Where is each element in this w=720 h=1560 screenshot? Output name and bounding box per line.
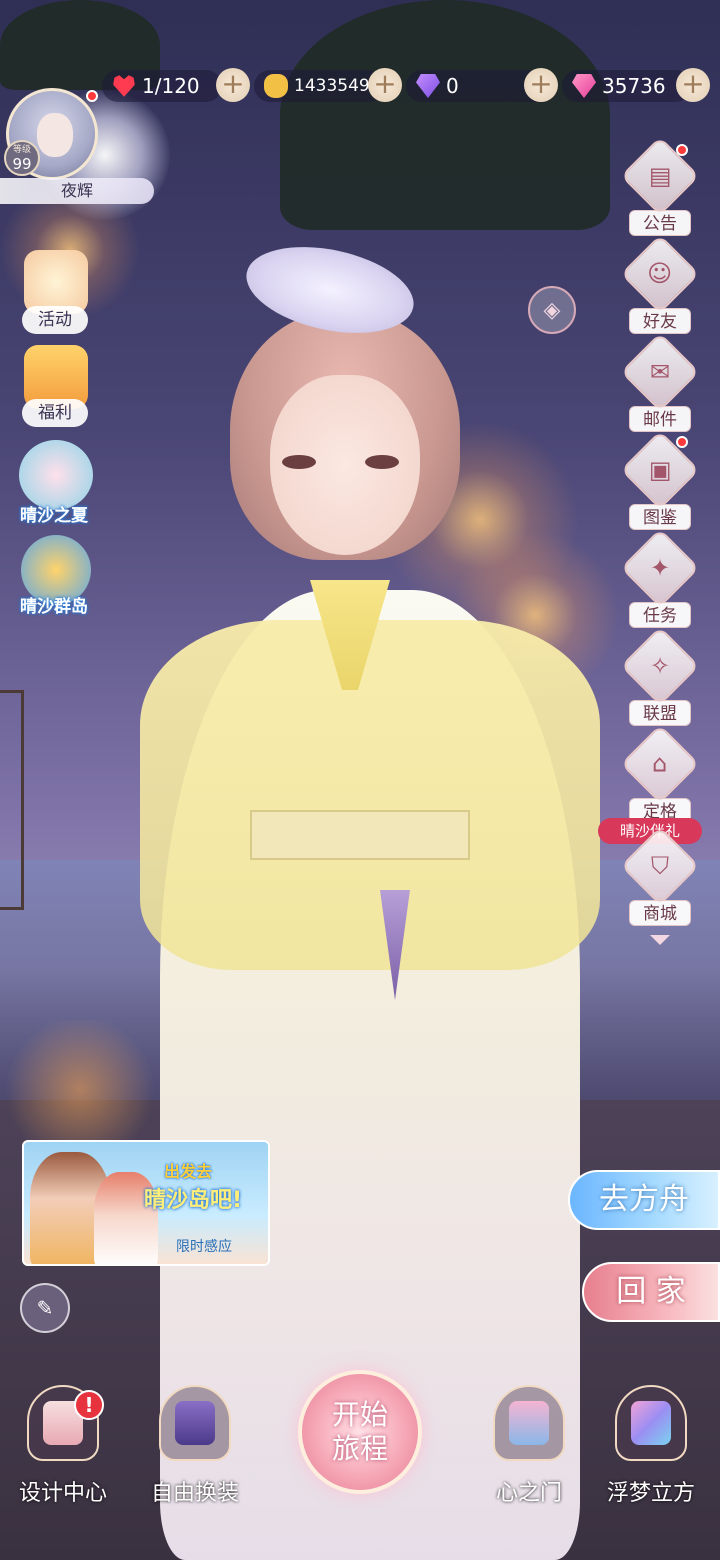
- chat-button[interactable]: ✎: [20, 1283, 70, 1333]
- compass-emblem-icon[interactable]: ◈: [528, 286, 576, 334]
- nav-dream-cube[interactable]: 浮梦立方: [596, 1385, 706, 1507]
- nav-label: 浮梦立方: [606, 1481, 695, 1506]
- activity-icon: [24, 250, 88, 314]
- beach-hut: [0, 690, 24, 910]
- heart-gate-icon: [493, 1385, 565, 1461]
- character-belt: [250, 810, 470, 860]
- mail-icon: ✉: [620, 332, 700, 412]
- alert-badge: !: [74, 1390, 104, 1420]
- add-pink-diamond-button[interactable]: +: [676, 68, 710, 102]
- avatar-face: [37, 113, 73, 157]
- notification-dot: [676, 436, 688, 448]
- right-menu-label: 联盟: [629, 700, 691, 726]
- left-menu-label: 晴沙群岛: [20, 597, 88, 617]
- notification-dot: [86, 90, 98, 102]
- player-character[interactable]: [120, 233, 620, 1560]
- task-icon: ✦: [620, 528, 700, 608]
- pink-diamond-value: 35736: [602, 74, 666, 98]
- right-menu-tasks[interactable]: ✦ 任务: [620, 528, 700, 628]
- player-nickname[interactable]: 夜辉: [0, 178, 154, 204]
- nav-label: 设计中心: [18, 1481, 107, 1506]
- diamond-value: 0: [446, 74, 459, 98]
- go-home-button[interactable]: 回 家: [582, 1262, 720, 1322]
- banner-title-line1: 出发去: [164, 1162, 213, 1181]
- nav-label: 心之门: [495, 1481, 562, 1506]
- wardrobe-mirror-icon: [175, 1401, 215, 1445]
- go-to-ark-button[interactable]: 去方舟: [568, 1170, 720, 1230]
- stamina-value: 1/120: [142, 74, 200, 98]
- right-menu-mail[interactable]: ✉ 邮件: [620, 332, 700, 432]
- start-button-line1: 开始: [331, 1398, 388, 1431]
- character-jacket: [140, 620, 600, 970]
- right-menu-notice[interactable]: ▤ 公告: [620, 136, 700, 236]
- nav-label: 自由换装: [150, 1481, 239, 1506]
- right-menu-label: 好友: [629, 308, 691, 334]
- left-menu-welfare[interactable]: 福利: [10, 345, 102, 427]
- level-value: 99: [12, 155, 32, 173]
- banner-subtitle: 限时感应: [176, 1239, 232, 1255]
- character-eye: [282, 455, 316, 469]
- palm-leaves: [280, 0, 610, 230]
- pink-diamond-counter: 35736: [562, 70, 692, 102]
- left-menu-label: 晴沙之夏: [20, 506, 88, 526]
- left-menu-islands-event[interactable]: 晴沙群岛: [10, 535, 102, 617]
- left-menu-activity[interactable]: 活动: [10, 250, 102, 334]
- right-menu-label: 邮件: [629, 406, 691, 432]
- expand-menu-chevron-down-icon[interactable]: [650, 935, 670, 945]
- resource-bar: 1/120 + 14335494 + 0 + 35736 +: [92, 68, 712, 102]
- character-eye: [365, 455, 399, 469]
- heart-door-icon: [509, 1401, 549, 1445]
- right-menu-snapshot[interactable]: ⌂ 定格: [620, 724, 700, 824]
- cube-icon: [631, 1401, 671, 1445]
- right-menu-shop[interactable]: ⛉ 商城: [620, 826, 700, 926]
- shopping-bag-icon: ⛉: [620, 826, 700, 906]
- coin-icon: [264, 74, 288, 98]
- friend-icon: ☺: [620, 234, 700, 314]
- right-menu-label: 商城: [629, 900, 691, 926]
- right-menu-collection[interactable]: ▣ 图鉴: [620, 430, 700, 530]
- start-journey-button[interactable]: 开始 旅程: [298, 1370, 422, 1494]
- add-gold-button[interactable]: +: [368, 68, 402, 102]
- level-badge: 等级 99: [4, 140, 40, 176]
- left-menu-label: 活动: [22, 306, 88, 334]
- banner-title-line2: 晴沙岛吧!: [144, 1188, 243, 1213]
- diamond-icon: [416, 74, 440, 98]
- notification-dot: [676, 144, 688, 156]
- free-dressup-icon: [159, 1385, 231, 1461]
- right-menu-label: 图鉴: [629, 504, 691, 530]
- nav-free-dressup[interactable]: 自由换装: [140, 1385, 250, 1507]
- gold-counter: 14335494: [254, 70, 384, 102]
- left-menu-summer-event[interactable]: 晴沙之夏: [10, 440, 102, 526]
- nav-heart-gate[interactable]: 心之门: [474, 1385, 584, 1507]
- summer-event-icon: [19, 440, 93, 510]
- alliance-icon: ✧: [620, 626, 700, 706]
- add-stamina-button[interactable]: +: [216, 68, 250, 102]
- photo-home-icon: ⌂: [620, 724, 700, 804]
- right-menu-label: 公告: [629, 210, 691, 236]
- right-menu-label: 任务: [629, 602, 691, 628]
- heart-icon: [113, 75, 135, 97]
- right-menu-friends[interactable]: ☺ 好友: [620, 234, 700, 334]
- event-banner[interactable]: 出发去 晴沙岛吧! 限时感应: [22, 1140, 270, 1266]
- stamina-counter: 1/120: [102, 70, 222, 102]
- start-button-line2: 旅程: [331, 1432, 388, 1465]
- chat-bubble-icon: ✎: [36, 1296, 54, 1320]
- add-diamond-button[interactable]: +: [524, 68, 558, 102]
- right-menu-alliance[interactable]: ✧ 联盟: [620, 626, 700, 726]
- pink-diamond-icon: [572, 74, 596, 98]
- dream-cube-icon: [615, 1385, 687, 1461]
- left-menu-label: 福利: [22, 399, 88, 427]
